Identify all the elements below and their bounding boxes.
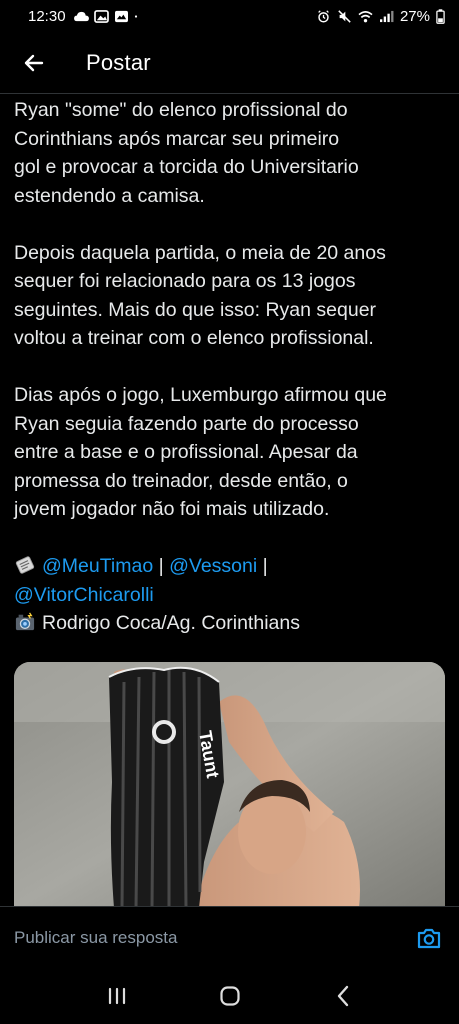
arrow-left-icon (24, 54, 44, 71)
chevron-left-icon (337, 985, 348, 1007)
credit-line-mentions: @MeuTimao | @Vessoni | (14, 552, 444, 581)
home-icon (219, 986, 240, 1006)
mention-vitorchicarolli[interactable]: @VitorChicarolli (14, 584, 154, 606)
status-time: 12:30 (28, 7, 66, 25)
credit-separator-1: | (153, 555, 170, 577)
reply-input[interactable] (14, 927, 413, 948)
camera-button[interactable] (413, 922, 445, 954)
image-icon (93, 9, 109, 23)
post-paragraph-3: Dias após o jogo, Luxemburgo afirmou que… (14, 384, 387, 520)
mention-meutimao[interactable]: @MeuTimao (42, 555, 153, 577)
battery-icon (436, 8, 445, 24)
mention-vessoni[interactable]: @Vessoni (169, 555, 257, 577)
alarm-icon (318, 9, 329, 23)
post-paragraph-2: Depois daquela partida, o meia de 20 ano… (14, 241, 386, 350)
status-bar: 12:30 27% (0, 0, 459, 32)
mute-icon (338, 9, 351, 23)
nav-back-button[interactable] (313, 972, 373, 1020)
player-photo: Taunt (14, 662, 445, 908)
camera-flash-icon (15, 612, 35, 631)
home-button[interactable] (200, 972, 260, 1020)
wifi-icon (358, 10, 373, 22)
notification-icons (73, 9, 142, 23)
credit-line-photo: Rodrigo Coca/Ag. Corinthians (14, 609, 444, 638)
signal-icon (379, 10, 394, 22)
reply-bar (0, 906, 459, 968)
recents-button[interactable] (87, 972, 147, 1020)
back-button[interactable] (14, 43, 54, 83)
post-text: Ryan "some" do elenco profissional do Co… (14, 96, 444, 638)
cloud-icon (73, 11, 89, 21)
post-paragraph-1: Ryan "some" do elenco profissional do Co… (14, 99, 359, 207)
camera-icon (417, 928, 441, 948)
newspaper-icon (15, 556, 35, 574)
photo-credit: Rodrigo Coca/Ag. Corinthians (42, 612, 300, 634)
header: Postar (0, 32, 459, 94)
credit-line-mention-3: @VitorChicarolli (14, 581, 444, 610)
gallery-icon (114, 10, 128, 22)
page-title: Postar (86, 49, 151, 75)
post-image[interactable]: Taunt (14, 662, 445, 908)
status-right: 27% (316, 8, 445, 25)
recents-icon (108, 987, 125, 1005)
credit-separator-2: | (257, 555, 268, 577)
post-credits: @MeuTimao | @Vessoni | @VitorChicarolli … (14, 552, 444, 638)
dot-icon (134, 14, 137, 18)
system-nav-bar (0, 968, 459, 1024)
battery-percent: 27% (399, 7, 430, 25)
